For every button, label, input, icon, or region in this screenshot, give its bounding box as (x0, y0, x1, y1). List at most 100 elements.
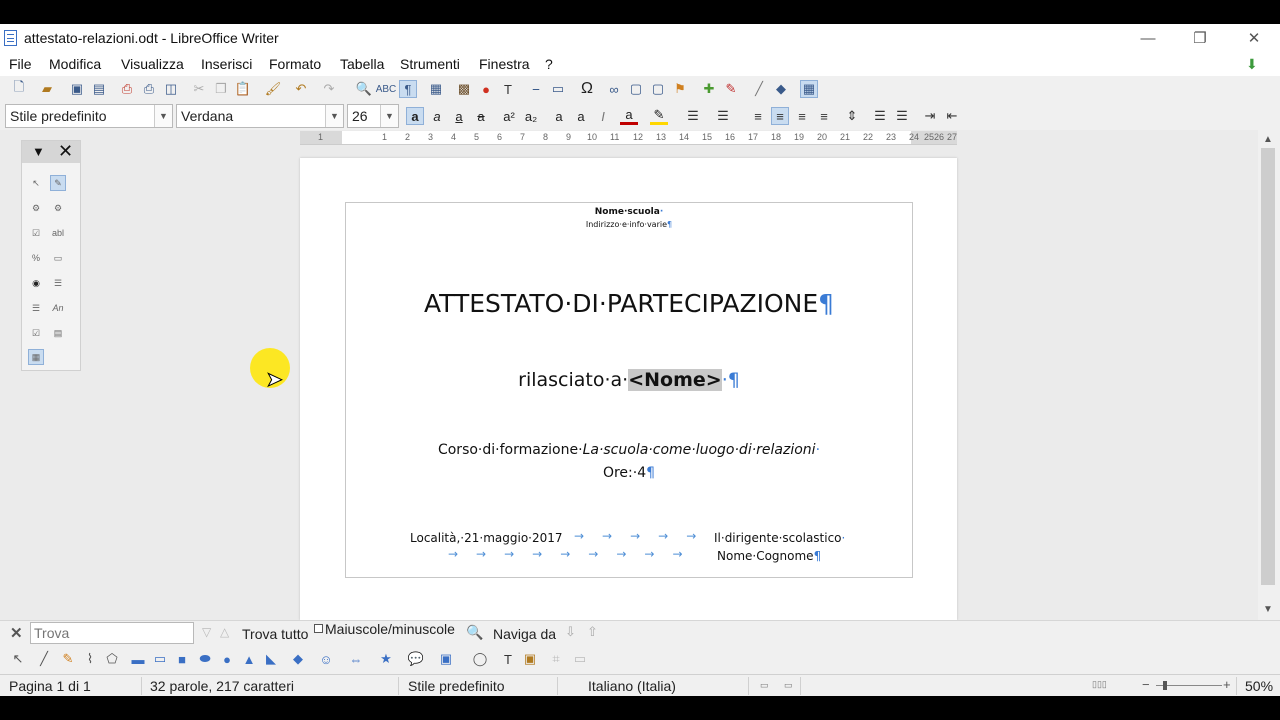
spelling-icon[interactable]: ABC (376, 80, 397, 98)
form-navigator-icon[interactable]: ▤ (50, 325, 66, 341)
zoom-slider-handle[interactable] (1163, 681, 1167, 690)
form-controls-icon[interactable]: ▦ (800, 80, 818, 98)
line-spacing-icon[interactable]: ⇕ (843, 107, 861, 125)
font-name-combo[interactable]: Verdana ▼ (176, 104, 344, 128)
design-mode-icon[interactable]: ✎ (50, 175, 66, 191)
polygon-icon[interactable]: ⬠ (104, 651, 120, 666)
paste-icon[interactable]: 📋 (234, 80, 252, 98)
list-box-icon[interactable]: ☰ (50, 275, 66, 291)
menu-visualizza[interactable]: Visualizza (121, 56, 184, 72)
save-as-icon[interactable]: ▤ (90, 80, 108, 98)
insert-text-box-icon[interactable]: T (500, 652, 516, 667)
horizontal-ruler[interactable]: 1 1 2 3 4 5 6 7 8 9 10 11 12 13 14 15 16… (300, 131, 957, 145)
circle-icon[interactable]: ● (219, 652, 235, 667)
outline-icon[interactable]: a (572, 107, 590, 125)
formatted-field-icon[interactable]: % (28, 250, 44, 266)
print-preview-icon[interactable]: ◫ (162, 80, 180, 98)
close-find-bar-icon[interactable]: ✕ (10, 624, 23, 642)
right-triangle-icon[interactable]: ◣ (263, 651, 279, 666)
footnote-icon[interactable]: ▢ (627, 80, 645, 98)
navigate-up-icon[interactable]: ⇧ (587, 624, 598, 640)
block-arrows-icon[interactable]: ⇔ (348, 652, 364, 667)
extrusion-icon[interactable]: ▭ (572, 651, 588, 666)
export-pdf-icon[interactable]: ⎙ (118, 80, 136, 98)
clone-formatting-icon[interactable]: 🖌 (264, 80, 282, 98)
basic-shapes-icon[interactable]: ◆ (772, 80, 790, 98)
select-arrow-icon[interactable]: ↖ (10, 651, 26, 666)
decrease-indent-icon[interactable]: ⇤ (943, 107, 961, 125)
menu-inserisci[interactable]: Inserisci (201, 56, 252, 72)
chevron-down-icon[interactable]: ▼ (154, 105, 172, 127)
hours-line[interactable]: Ore:·4¶ (345, 465, 913, 481)
chevron-down-icon[interactable]: ▼ (380, 105, 398, 127)
track-changes-icon[interactable]: ✎ (722, 80, 740, 98)
endnote-icon[interactable]: ▢ (649, 80, 667, 98)
fontwork-icon[interactable]: ▣ (522, 651, 538, 666)
more-controls-icon[interactable]: ☑ (28, 325, 44, 341)
ellipse-icon[interactable]: ⬬ (197, 651, 213, 666)
points-icon[interactable]: ⌗ (548, 651, 564, 666)
restore-button[interactable]: ❐ (1174, 24, 1226, 52)
curve-icon[interactable]: ⌇ (82, 651, 98, 666)
close-icon[interactable]: ✕ (58, 141, 73, 162)
basic-shapes-icon[interactable]: ◆ (290, 651, 306, 666)
bullet-list-icon[interactable]: ☰ (684, 107, 702, 125)
print-icon[interactable]: ⎙ (140, 80, 158, 98)
menu-file[interactable]: File (9, 56, 32, 72)
save-icon[interactable]: ▣ (68, 80, 86, 98)
issued-to-line[interactable]: rilasciato·a·<Nome>·¶ (345, 369, 913, 391)
name-merge-field[interactable]: <Nome> (628, 369, 722, 391)
align-center-icon[interactable]: ≡ (771, 107, 789, 125)
shadow-icon[interactable]: a (550, 107, 568, 125)
underline-icon[interactable]: a (450, 107, 468, 125)
triangle-icon[interactable]: ▲ (241, 652, 257, 667)
undo-icon[interactable]: ↶ (292, 80, 310, 98)
draw-line-icon[interactable]: ╱ (36, 651, 52, 666)
control-properties-icon[interactable]: ⚙ (28, 200, 44, 216)
square-icon[interactable]: ■ (174, 652, 190, 667)
font-color-icon[interactable]: a (620, 107, 638, 125)
menu-help[interactable]: ? (545, 56, 553, 72)
align-right-icon[interactable]: ≡ (793, 107, 811, 125)
toolbar-menu-icon[interactable]: ▼ (32, 144, 45, 159)
bold-icon[interactable]: a (406, 107, 424, 125)
stars-icon[interactable]: ★ (378, 651, 394, 666)
school-name-line[interactable]: Nome·scuola· (345, 207, 913, 217)
place-date[interactable]: Località,·21·maggio·2017 (410, 531, 563, 545)
insert-mode-icon[interactable]: ▭ (760, 680, 769, 691)
menu-modifica[interactable]: Modifica (49, 56, 101, 72)
single-page-view-icon[interactable]: ▯▯▯ (1092, 679, 1107, 690)
find-next-icon[interactable]: △ (220, 625, 229, 639)
course-line[interactable]: Corso·di·formazione·La·scuola·come·luogo… (345, 442, 913, 458)
strikethrough-icon[interactable]: a (472, 107, 490, 125)
find-previous-icon[interactable]: ▽ (202, 625, 211, 639)
hyperlink-icon[interactable]: ∞ (605, 80, 623, 98)
chevron-down-icon[interactable]: ▼ (325, 105, 343, 127)
text-box-icon[interactable]: abl (50, 225, 66, 241)
principal-role-line[interactable]: Il·dirigente·scolastico· (714, 531, 845, 545)
principal-name-line[interactable]: Nome·Cognome¶ (717, 549, 821, 563)
combo-box-icon[interactable]: ☰ (28, 300, 44, 316)
scroll-up-icon[interactable]: ▲ (1263, 134, 1273, 145)
comment-icon[interactable]: ✚ (700, 80, 718, 98)
language[interactable]: Italiano (Italia) (588, 678, 676, 694)
match-case-checkbox[interactable] (314, 624, 323, 633)
label-field-icon[interactable]: An (50, 300, 66, 316)
paragraph-style-combo[interactable]: Stile predefinito ▼ (5, 104, 173, 128)
subscript-icon[interactable]: a₂ (522, 107, 540, 125)
decrease-spacing-icon[interactable]: ☰ (893, 107, 911, 125)
line-icon[interactable]: ╱ (750, 80, 768, 98)
toolbar-header[interactable]: ▼ ✕ (22, 141, 80, 163)
checkbox-icon[interactable]: ☑ (28, 225, 44, 241)
cut-icon[interactable]: ✂ (190, 80, 208, 98)
rectangle-icon[interactable]: ▬ (130, 652, 146, 667)
menu-strumenti[interactable]: Strumenti (400, 56, 460, 72)
freeform-line-icon[interactable]: ✎ (60, 651, 76, 666)
superscript-icon[interactable]: a² (500, 107, 518, 125)
copy-icon[interactable]: ❐ (212, 80, 230, 98)
page-style[interactable]: Stile predefinito (408, 678, 505, 694)
form-design-icon[interactable]: ▦ (28, 349, 44, 365)
insert-image-icon[interactable]: ▩ (455, 80, 473, 98)
increase-spacing-icon[interactable]: ☰ (871, 107, 889, 125)
numbered-list-icon[interactable]: ☰ (714, 107, 732, 125)
